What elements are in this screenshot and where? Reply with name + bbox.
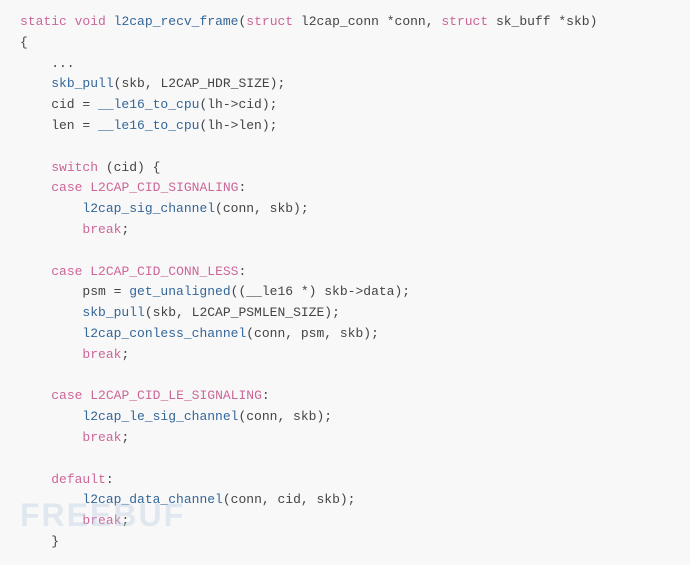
line-break-3: break; — [20, 428, 670, 449]
line-psm-assign: psm = get_unaligned((__le16 *) skb->data… — [20, 282, 670, 303]
line-ellipsis: ... — [20, 54, 670, 75]
line-default: default: — [20, 470, 670, 491]
line-close-brace: } — [20, 532, 670, 553]
line-case-le-signaling: case L2CAP_CID_LE_SIGNALING: — [20, 386, 670, 407]
line-blank-2 — [20, 241, 670, 262]
line-break-2: break; — [20, 345, 670, 366]
code-block: static void l2cap_recv_frame(struct l2ca… — [0, 0, 690, 565]
line-conless-channel: l2cap_conless_channel(conn, psm, skb); — [20, 324, 670, 345]
line-blank-3 — [20, 366, 670, 387]
line-skb-pull: skb_pull(skb, L2CAP_HDR_SIZE); — [20, 74, 670, 95]
line-break-4: break; — [20, 511, 670, 532]
line-open-brace: { — [20, 33, 670, 54]
line-le-sig-channel: l2cap_le_sig_channel(conn, skb); — [20, 407, 670, 428]
line-case-signaling: case L2CAP_CID_SIGNALING: — [20, 178, 670, 199]
line-switch: switch (cid) { — [20, 158, 670, 179]
line-skb-pull-2: skb_pull(skb, L2CAP_PSMLEN_SIZE); — [20, 303, 670, 324]
line-cid-assign: cid = __le16_to_cpu(lh->cid); — [20, 95, 670, 116]
line-signature: static void l2cap_recv_frame(struct l2ca… — [20, 12, 670, 33]
line-sig-channel: l2cap_sig_channel(conn, skb); — [20, 199, 670, 220]
line-case-conn-less: case L2CAP_CID_CONN_LESS: — [20, 262, 670, 283]
line-blank-1 — [20, 137, 670, 158]
line-break-1: break; — [20, 220, 670, 241]
line-len-assign: len = __le16_to_cpu(lh->len); — [20, 116, 670, 137]
line-data-channel: l2cap_data_channel(conn, cid, skb); — [20, 490, 670, 511]
line-blank-4 — [20, 449, 670, 470]
